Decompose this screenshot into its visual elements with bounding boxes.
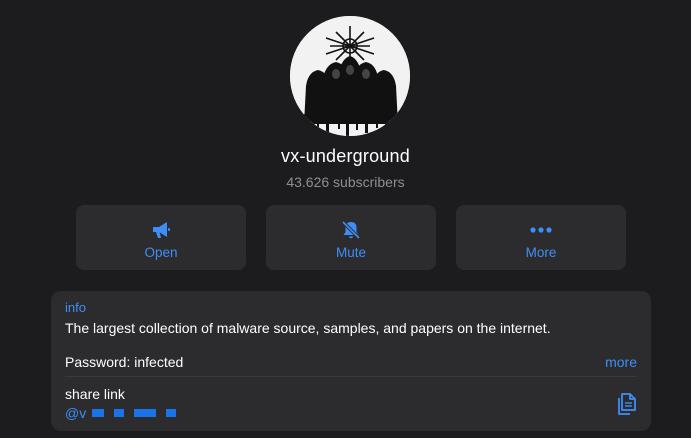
mute-button[interactable]: Mute bbox=[266, 205, 436, 270]
channel-avatar[interactable] bbox=[290, 16, 410, 136]
channel-description: The largest collection of malware source… bbox=[65, 320, 551, 336]
password-text: Password: infected bbox=[65, 354, 184, 370]
redacted-block bbox=[166, 409, 177, 417]
subscriber-count: 43.626 subscribers bbox=[286, 174, 405, 190]
redacted-block bbox=[114, 409, 125, 417]
redacted-block bbox=[92, 409, 105, 417]
open-button-label: Open bbox=[144, 245, 178, 260]
channel-name: vx-underground bbox=[281, 146, 410, 166]
info-title: info bbox=[65, 300, 86, 315]
share-link-label: share link bbox=[65, 386, 125, 402]
bell-slash-icon bbox=[266, 219, 436, 241]
more-button-label: More bbox=[525, 245, 557, 260]
copy-icon[interactable] bbox=[615, 392, 637, 416]
ellipsis-icon bbox=[456, 219, 626, 241]
divider bbox=[65, 376, 637, 377]
more-link[interactable]: more bbox=[605, 354, 637, 370]
megaphone-icon bbox=[76, 219, 246, 241]
open-button[interactable]: Open bbox=[76, 205, 246, 270]
more-button[interactable]: More bbox=[456, 205, 626, 270]
redacted-block bbox=[134, 409, 147, 417]
info-card: info The largest collection of malware s… bbox=[51, 291, 651, 431]
mute-button-label: Mute bbox=[335, 245, 366, 260]
share-link[interactable]: @v bbox=[65, 405, 177, 421]
share-link-handle: @v bbox=[65, 405, 87, 421]
redacted-block bbox=[146, 409, 157, 417]
channel-avatar-image bbox=[290, 16, 410, 136]
